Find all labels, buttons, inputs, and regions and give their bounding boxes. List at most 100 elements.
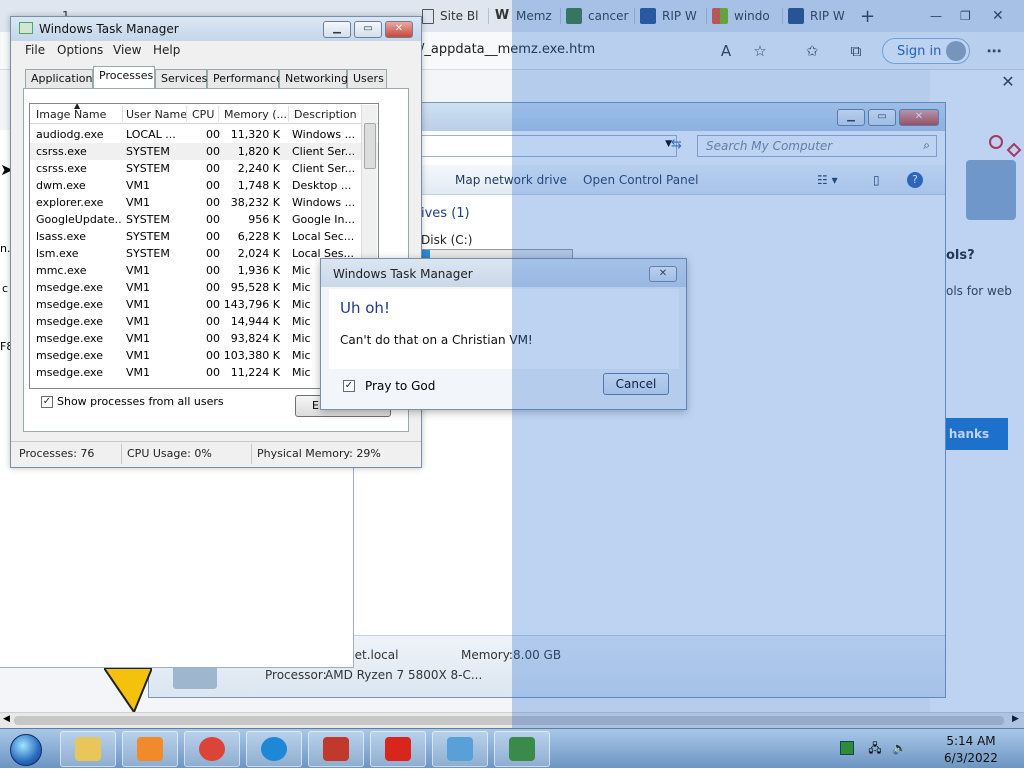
taskbar-app-error-app[interactable] <box>370 731 426 767</box>
taskbar-app-edge[interactable] <box>246 731 302 767</box>
close-button[interactable]: ✕ <box>899 109 939 126</box>
column-memory[interactable]: Memory (... <box>224 108 287 121</box>
cell-cpu: 00 <box>206 298 220 311</box>
minimize-button[interactable]: ▁ <box>323 21 351 38</box>
table-row[interactable]: csrss.exe SYSTEM 00 2,240 K Client Ser... <box>30 160 378 177</box>
tab-networking[interactable]: Networking <box>279 69 348 88</box>
cell-cpu: 00 <box>206 179 220 192</box>
close-icon[interactable]: ✕ <box>992 4 1012 28</box>
tab-users[interactable]: Users <box>347 69 387 88</box>
taskbar-app-toolbox[interactable] <box>308 731 364 767</box>
tab-applications[interactable]: Applications <box>25 69 98 88</box>
table-row[interactable]: audiodg.exe LOCAL ... 00 11,320 K Windows ..… <box>30 126 378 143</box>
disk-label[interactable]: Disk (C:) <box>421 233 472 247</box>
taskbar-app-control-panel[interactable] <box>432 731 488 767</box>
minimize-button[interactable]: ▁ <box>837 109 865 126</box>
memory-value: 8.00 GB <box>513 648 562 662</box>
table-row[interactable]: lsass.exe SYSTEM 00 6,228 K Local Sec... <box>30 228 378 245</box>
taskbar-app-task-manager[interactable] <box>494 731 550 767</box>
cell-memory: 11,224 K <box>230 366 280 379</box>
pray-checkbox[interactable]: ✓ Pray to God <box>343 379 435 393</box>
checkbox-label: Show processes from all users <box>57 395 224 408</box>
open-control-panel-button[interactable]: Open Control Panel <box>583 173 698 187</box>
column-cpu[interactable]: CPU <box>192 108 214 121</box>
start-button[interactable] <box>6 732 46 768</box>
help-icon[interactable]: ? <box>907 172 923 188</box>
close-button[interactable]: ✕ <box>385 21 413 38</box>
add-favorite-icon[interactable]: ☆ <box>750 41 770 61</box>
clock-date[interactable]: 6/3/2022 <box>936 751 1006 765</box>
media-player-icon <box>137 737 163 761</box>
dialog-close-button[interactable]: ✕ <box>649 266 677 282</box>
tab-performance[interactable]: Performance <box>207 69 283 88</box>
table-row[interactable]: dwm.exe VM1 00 1,748 K Desktop ... <box>30 177 378 194</box>
browser-tab-0[interactable]: Site Bl <box>422 4 494 28</box>
column-description[interactable]: Description <box>294 108 357 121</box>
browser-tab-4[interactable]: windo <box>712 4 782 28</box>
checkbox-icon[interactable]: ✓ <box>343 380 355 392</box>
fragment-text: c <box>2 282 9 295</box>
browser-tab-3[interactable]: RIP W <box>640 4 706 28</box>
edge-icon <box>261 737 287 761</box>
scroll-left-icon[interactable]: ◀ <box>3 714 10 724</box>
menu-view[interactable]: View <box>113 43 141 57</box>
sign-in-button[interactable]: Sign in <box>882 38 970 64</box>
cell-cpu: 00 <box>206 247 220 260</box>
menu-file[interactable]: File <box>25 43 45 57</box>
taskbar-app-explorer[interactable] <box>60 731 116 767</box>
preview-pane-icon[interactable]: ▯ <box>873 173 880 187</box>
restore-icon[interactable]: ❐ <box>960 4 980 28</box>
scroll-right-icon[interactable]: ▶ <box>1012 714 1019 724</box>
show-all-users-checkbox[interactable]: ✓ Show processes from all users <box>41 395 224 408</box>
checkbox-icon[interactable]: ✓ <box>41 395 53 408</box>
refresh-icon[interactable]: ⇆ <box>671 137 682 152</box>
browser-tab-5[interactable]: RIP W <box>788 4 850 28</box>
view-options-icon[interactable]: ☷ ▾ <box>817 173 838 187</box>
search-input[interactable]: Search My Computer ⌕ <box>697 135 937 157</box>
cell-description: Client Ser... <box>292 162 354 175</box>
cell-user-name: VM1 <box>126 366 151 379</box>
status-bar: Processes: 76 CPU Usage: 0% Physical Mem… <box>11 441 421 465</box>
url-text[interactable]: /_appdata__memz.exe.htm <box>420 42 595 57</box>
cell-cpu: 00 <box>206 213 220 226</box>
clock-time[interactable]: 5:14 AM <box>936 734 1006 748</box>
table-row[interactable]: csrss.exe SYSTEM 00 1,820 K Client Ser... <box>30 143 378 160</box>
menu-help[interactable]: Help <box>153 43 180 57</box>
windows-logo-icon <box>712 8 728 24</box>
table-row[interactable]: explorer.exe VM1 00 38,232 K Windows ... <box>30 194 378 211</box>
table-row[interactable]: GoogleUpdate... SYSTEM 00 956 K Google In... <box>30 211 378 228</box>
maximize-button[interactable]: ▭ <box>868 109 896 126</box>
tray-app-icon[interactable] <box>840 741 854 755</box>
cell-description: Desktop ... <box>292 179 352 192</box>
column-user-name[interactable]: User Name <box>126 108 187 121</box>
cell-image-name: mmc.exe <box>36 264 87 277</box>
tab-processes[interactable]: Processes <box>93 66 155 89</box>
status-memory: Physical Memory: 29% <box>257 447 381 460</box>
close-icon[interactable]: ✕ <box>998 72 1018 92</box>
browser-tab-2[interactable]: cancer <box>566 4 632 28</box>
cell-memory: 143,796 K <box>223 298 280 311</box>
read-aloud-icon[interactable]: A <box>716 41 736 61</box>
tab-services[interactable]: Services <box>155 69 207 88</box>
menu-options[interactable]: Options <box>57 43 103 57</box>
cancel-button[interactable]: Cancel <box>603 373 669 395</box>
scrollbar-thumb[interactable] <box>364 123 376 169</box>
new-tab-button[interactable]: + <box>860 4 880 28</box>
horizontal-scrollbar[interactable]: ◀ ▶ <box>0 712 1024 728</box>
collections-icon[interactable]: ⧉ <box>846 41 866 61</box>
more-menu-icon[interactable]: ⋯ <box>984 41 1004 61</box>
network-icon[interactable]: 🖧 <box>868 741 882 755</box>
column-image-name[interactable]: Image Name <box>36 108 106 121</box>
task-manager-icon <box>19 22 33 34</box>
minimize-icon[interactable]: — <box>930 4 950 28</box>
scrollbar-thumb[interactable] <box>14 716 1004 725</box>
taskbar-app-chrome[interactable] <box>184 731 240 767</box>
favorites-icon[interactable]: ✩ <box>802 41 822 61</box>
status-processes: Processes: 76 <box>19 447 95 460</box>
volume-icon[interactable]: 🔈 <box>892 741 907 755</box>
cell-image-name: msedge.exe <box>36 349 103 362</box>
taskbar-app-media-player[interactable] <box>122 731 178 767</box>
maximize-button[interactable]: ▭ <box>354 21 382 38</box>
browser-tab-1[interactable]: W Memz <box>494 4 558 28</box>
map-network-drive-button[interactable]: Map network drive <box>455 173 567 187</box>
